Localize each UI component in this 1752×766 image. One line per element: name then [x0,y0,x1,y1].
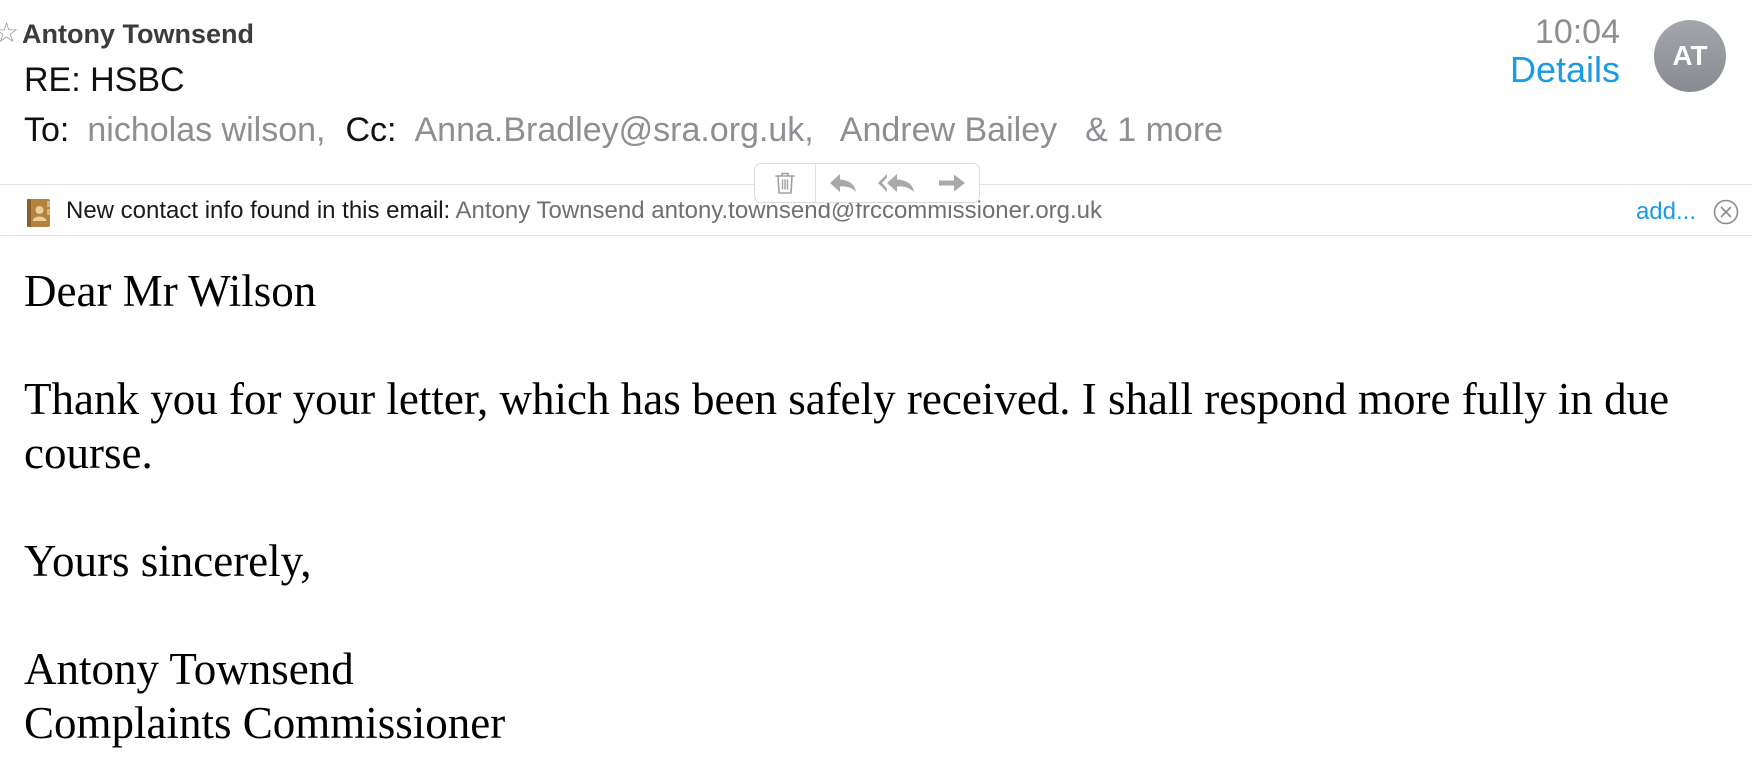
signature-title: Complaints Commissioner [24,698,506,748]
delete-button[interactable] [755,164,816,202]
signature: Antony Townsend Complaints Commissioner [24,642,1724,750]
sender-name: Antony Townsend [22,19,254,49]
contact-banner-label: New contact info found in this email: [66,197,451,224]
message-toolbar [754,163,980,203]
to-recipient[interactable]: nicholas wilson, [87,108,325,152]
cc-label: Cc: [345,111,397,149]
signature-name: Antony Townsend [24,644,354,694]
subject: RE: HSBC [24,61,185,99]
forward-button[interactable] [925,164,979,202]
to-label: To: [24,111,70,149]
message-body: Dear Mr Wilson Thank you for your letter… [24,264,1724,750]
trash-icon [775,172,795,194]
reply-icon [829,174,856,192]
more-recipients-link[interactable]: & 1 more [1085,108,1223,152]
add-contact-link[interactable]: add... [1636,197,1696,227]
forward-icon [939,174,966,192]
body-paragraph: Thank you for your letter, which has bee… [24,374,1670,478]
avatar: AT [1654,20,1726,92]
reply-all-button[interactable] [870,164,926,202]
star-icon[interactable]: ☆ [0,18,19,48]
cc-recipient[interactable]: Anna.Bradley@sra.org.uk, [414,108,813,152]
details-link[interactable]: Details [1510,48,1620,92]
time: 10:04 [1534,13,1620,51]
recipients: To: nicholas wilson, Cc: Anna.Bradley@sr… [24,108,1223,152]
closing: Yours sincerely, [24,536,312,586]
greeting: Dear Mr Wilson [24,266,317,316]
close-icon[interactable] [1712,198,1740,226]
cc-recipient[interactable]: Andrew Bailey [840,108,1057,152]
reply-all-icon [878,174,915,192]
reply-button[interactable] [816,164,870,202]
address-book-icon [27,199,50,227]
